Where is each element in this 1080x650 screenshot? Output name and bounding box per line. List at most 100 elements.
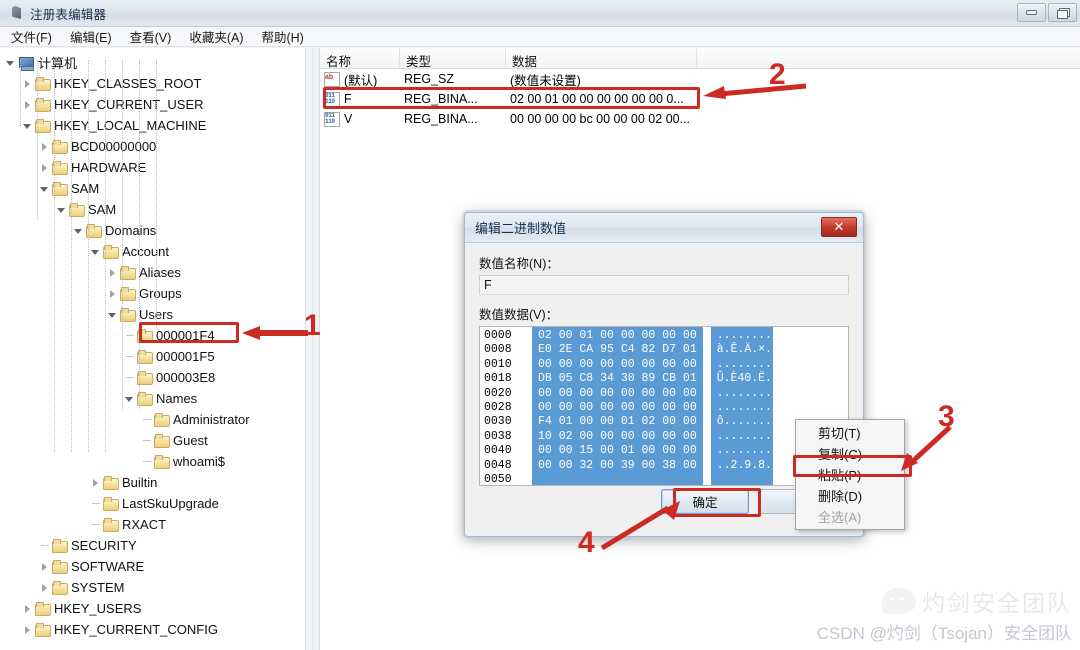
folder-icon (52, 581, 68, 595)
tree-node-SOFTWARE[interactable]: SOFTWARE (0, 556, 305, 577)
tree-node-label: Domains (105, 223, 157, 238)
tree-node-Groups[interactable]: Groups (0, 283, 305, 304)
tree-node-Builtin[interactable]: Builtin (0, 472, 305, 493)
tree-node-计算机[interactable]: 计算机 (0, 52, 305, 73)
chevron-right-icon[interactable] (21, 98, 34, 111)
tree-node-HKEY_LOCAL_MACHINE[interactable]: HKEY_LOCAL_MACHINE (0, 115, 305, 136)
chevron-down-icon[interactable] (38, 182, 51, 195)
chevron-right-icon[interactable] (38, 560, 51, 573)
cell-name: V (344, 112, 353, 126)
hex-bytes-column[interactable]: 02 00 01 00 00 00 00 00 E0 2E CA 95 C4 8… (532, 327, 703, 485)
annotation-number-3: 3 (938, 400, 955, 433)
chevron-right-icon[interactable] (21, 602, 34, 615)
tree-node-label: Administrator (173, 412, 250, 427)
column-header-data[interactable]: 数据 (506, 48, 697, 69)
folder-icon (103, 497, 119, 511)
tree-node-000003E8[interactable]: 000003E8 (0, 367, 305, 388)
chevron-down-icon[interactable] (4, 56, 17, 69)
tree-node-Administrator[interactable]: Administrator (0, 409, 305, 430)
chevron-right-icon[interactable] (21, 77, 34, 90)
tree-node-HKEY_CLASSES_ROOT[interactable]: HKEY_CLASSES_ROOT (0, 73, 305, 94)
dialog-title: 编辑二进制数值 (475, 221, 567, 236)
tree-node-Domains[interactable]: Domains (0, 220, 305, 241)
menu-bar: 文件(F) 编辑(E) 查看(V) 收藏夹(A) 帮助(H) (0, 27, 1080, 47)
hex-ascii-column[interactable]: ........ à.Ê.Ä.×. ........ Û.È40.Ë. ....… (710, 327, 773, 485)
tree-node-label: HARDWARE (71, 160, 147, 175)
ctx-cut[interactable]: 剪切(T) (796, 422, 904, 443)
value-data-label: 数值数据(V)： (479, 308, 559, 322)
menu-edit[interactable]: 编辑(E) (61, 26, 121, 48)
close-icon[interactable]: ✕ (821, 217, 857, 237)
chevron-down-icon[interactable] (72, 224, 85, 237)
tree-guide-line (71, 60, 72, 452)
value-name-field[interactable]: F (479, 275, 849, 295)
annotation-box-4 (673, 488, 761, 517)
cell-type: REG_SZ (404, 72, 455, 86)
maximize-button[interactable] (1048, 3, 1077, 22)
tree-node-label: HKEY_CURRENT_CONFIG (54, 622, 218, 637)
chevron-right-icon[interactable] (38, 161, 51, 174)
tree-node-LastSkuUpgrade[interactable]: LastSkuUpgrade (0, 493, 305, 514)
folder-icon (103, 518, 119, 532)
tree-node-Names[interactable]: Names (0, 388, 305, 409)
tree-node-BCD00000000[interactable]: BCD00000000 (0, 136, 305, 157)
tree-node-SAM[interactable]: SAM (0, 199, 305, 220)
column-header-type[interactable]: 类型 (400, 48, 506, 69)
annotation-number-2: 2 (769, 58, 786, 91)
chevron-down-icon[interactable] (89, 245, 102, 258)
chevron-right-icon[interactable] (89, 476, 102, 489)
chevron-down-icon[interactable] (21, 119, 34, 132)
tree-node-label: Builtin (122, 475, 158, 490)
tree-node-Guest[interactable]: Guest (0, 430, 305, 451)
dialog-title-bar: 编辑二进制数值 ✕ (465, 213, 863, 243)
tree-node-label: Guest (173, 433, 208, 448)
tree-node-Aliases[interactable]: Aliases (0, 262, 305, 283)
registry-tree[interactable]: 计算机 HKEY_CLASSES_ROOT HKEY_CURRENT_USER HKE… (0, 48, 305, 650)
registry-icon (8, 5, 26, 21)
tree-node-SAM[interactable]: SAM (0, 178, 305, 199)
table-row[interactable]: 011 110 V REG_BINA... 00 00 00 00 bc 00 00 … (320, 109, 1080, 129)
cell-name: (默认) (344, 73, 378, 88)
tree-node-Account[interactable]: Account (0, 241, 305, 262)
chevron-down-icon[interactable] (123, 392, 136, 405)
chevron-right-icon[interactable] (38, 581, 51, 594)
annotation-box-1 (139, 322, 239, 343)
title-bar: 注册表编辑器 (0, 0, 1080, 27)
chevron-right-icon[interactable] (106, 266, 119, 279)
tree-node-000001F5[interactable]: 000001F5 (0, 346, 305, 367)
tree-node-label: SYSTEM (71, 580, 125, 595)
menu-file[interactable]: 文件(F) (2, 26, 61, 48)
tree-node-HKEY_CURRENT_USER[interactable]: HKEY_CURRENT_USER (0, 94, 305, 115)
tree-node-HKEY_USERS[interactable]: HKEY_USERS (0, 598, 305, 619)
minimize-button[interactable] (1017, 3, 1046, 22)
tree-node-RXACT[interactable]: RXACT (0, 514, 305, 535)
tree-connector-icon (123, 350, 136, 363)
tree-node-label: HKEY_CURRENT_USER (54, 97, 204, 112)
tree-connector-icon (38, 539, 51, 552)
tree-node-SECURITY[interactable]: SECURITY (0, 535, 305, 556)
annotation-arrow-4 (600, 501, 680, 551)
menu-favorites[interactable]: 收藏夹(A) (180, 26, 252, 48)
tree-node-label: SECURITY (71, 538, 137, 553)
watermark-logo: 灼剑安全团队 (817, 584, 1072, 618)
value-name-label: 数值名称(N)： (479, 257, 559, 271)
tree-guide-line (54, 60, 55, 452)
tree-node-HARDWARE[interactable]: HARDWARE (0, 157, 305, 178)
chevron-right-icon[interactable] (106, 287, 119, 300)
chevron-down-icon[interactable] (106, 308, 119, 321)
pane-splitter[interactable] (305, 48, 320, 650)
registry-editor-window: 注册表编辑器 文件(F) 编辑(E) 查看(V) 收藏夹(A) 帮助(H) 计算… (0, 0, 1080, 650)
annotation-number-1: 1 (304, 309, 321, 342)
tree-node-HKEY_CURRENT_CONFIG[interactable]: HKEY_CURRENT_CONFIG (0, 619, 305, 640)
folder-icon (103, 476, 119, 490)
chevron-right-icon[interactable] (38, 140, 51, 153)
tree-connector-icon (89, 518, 102, 531)
menu-view[interactable]: 查看(V) (121, 26, 181, 48)
ctx-delete[interactable]: 删除(D) (796, 485, 904, 506)
menu-help[interactable]: 帮助(H) (252, 26, 312, 48)
column-header-name[interactable]: 名称 (320, 48, 400, 69)
chevron-right-icon[interactable] (21, 623, 34, 636)
tree-node-SYSTEM[interactable]: SYSTEM (0, 577, 305, 598)
tree-node-whoami$[interactable]: whoami$ (0, 451, 305, 472)
chevron-down-icon[interactable] (55, 203, 68, 216)
